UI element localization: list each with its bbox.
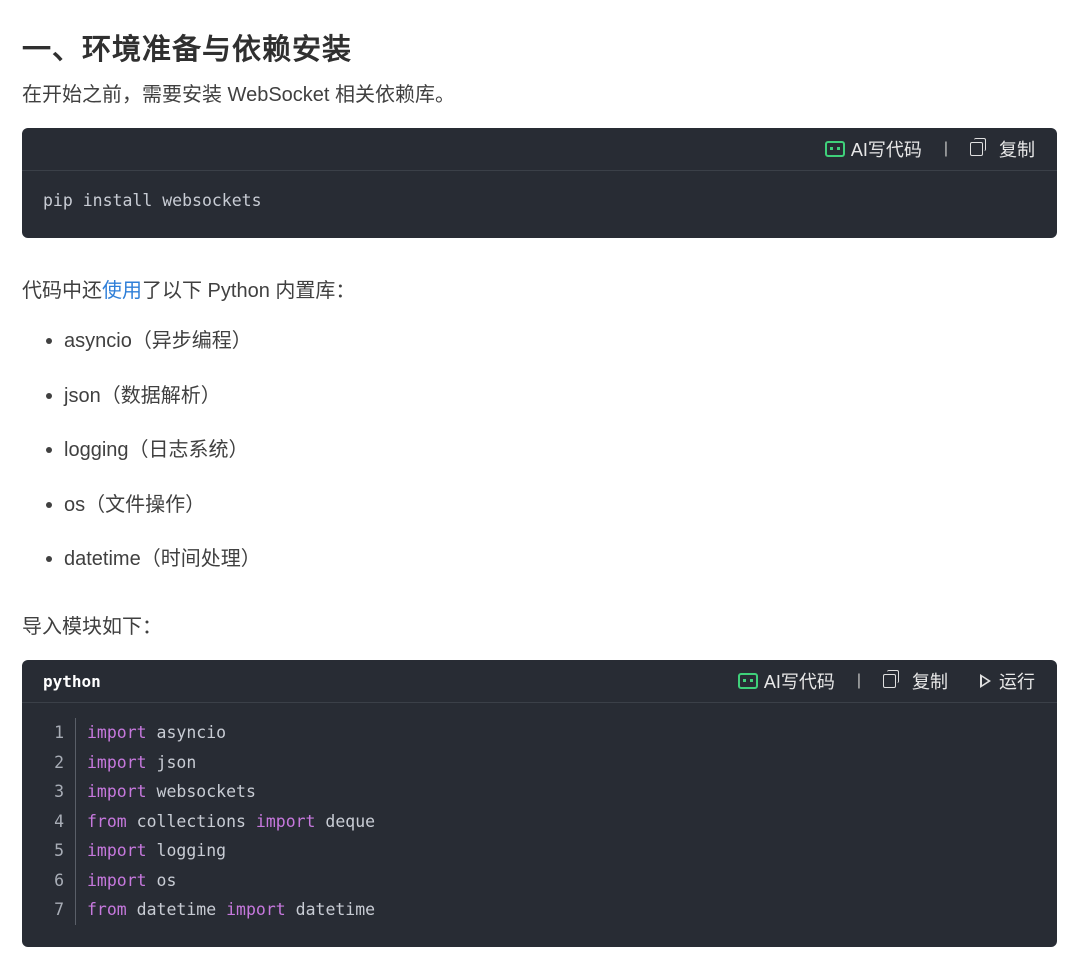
list-item: logging（日志系统） <box>0 433 261 488</box>
builtin-intro-after: 了以下 Python 内置库： <box>142 280 356 302</box>
list-item: datetime（时间处理） <box>0 542 261 597</box>
code-header: python AI写代码 | 复制 运行 <box>22 660 1057 703</box>
line-number: 6 <box>22 865 76 895</box>
keyword: import <box>87 752 147 772</box>
copy-label: 复制 <box>999 140 1035 160</box>
list-item: asyncio（异步编程） <box>0 324 261 379</box>
builtin-intro-before: 代码中还 <box>22 280 102 302</box>
copy-icon <box>970 138 986 156</box>
code-token: websockets <box>146 782 256 802</box>
code-line: 2 import json <box>22 747 1057 777</box>
keyword: import <box>87 723 147 743</box>
copy-label: 复制 <box>912 672 948 692</box>
list-item: json（数据解析） <box>0 379 261 434</box>
line-number: 1 <box>22 718 76 748</box>
builtin-libs-intro: 代码中还使用了以下 Python 内置库： <box>22 274 355 303</box>
code-content: pip install websockets <box>22 171 1057 210</box>
intro-text: 在开始之前，需要安装 WebSocket 相关依赖库。 <box>22 84 456 106</box>
code-line: 4 from collections import deque <box>22 806 1057 836</box>
import-intro: 导入模块如下： <box>22 616 162 638</box>
robot-icon <box>824 141 845 157</box>
code-actions: AI写代码 | 复制 <box>824 136 1035 162</box>
code-token: datetime <box>285 900 376 920</box>
ai-write-code-button[interactable]: AI写代码 <box>737 668 835 694</box>
article: 一、环境准备与依赖安装 在开始之前，需要安装 WebSocket 相关依赖库。 … <box>0 0 1080 968</box>
ai-write-code-label: AI写代码 <box>763 672 835 692</box>
line-number: 2 <box>22 747 76 777</box>
action-separator: | <box>856 672 861 689</box>
use-link[interactable]: 使用 <box>102 280 142 302</box>
code-token: json <box>146 752 197 772</box>
line-number: 3 <box>22 777 76 807</box>
robot-icon <box>737 673 758 689</box>
keyword: import <box>87 841 147 861</box>
code-token: collections <box>126 811 256 831</box>
code-line: 5 import logging <box>22 836 1057 866</box>
library-list: asyncio（异步编程） json（数据解析） logging（日志系统） o… <box>0 324 261 597</box>
action-separator: | <box>943 140 948 157</box>
line-number: 5 <box>22 836 76 866</box>
code-token: deque <box>315 811 376 831</box>
copy-icon <box>883 670 899 688</box>
copy-button[interactable]: 复制 <box>970 136 1035 162</box>
section-heading: 一、环境准备与依赖安装 <box>22 34 353 66</box>
play-icon <box>980 674 991 688</box>
list-item: os（文件操作） <box>0 488 261 543</box>
keyword: from <box>87 900 127 920</box>
code-block-python: python AI写代码 | 复制 运行 1 import asyncio 2 … <box>22 660 1057 947</box>
code-line: 7 from datetime import datetime <box>22 895 1057 925</box>
language-label: python <box>43 671 101 691</box>
keyword: import <box>226 900 286 920</box>
code-token: logging <box>146 841 227 861</box>
code-line: pip install websockets <box>43 191 262 210</box>
keyword: import <box>87 870 147 890</box>
keyword: from <box>87 811 127 831</box>
code-line: 6 import os <box>22 865 1057 895</box>
run-button[interactable]: 运行 <box>948 668 1035 694</box>
copy-button[interactable]: 复制 <box>883 668 948 694</box>
code-token: asyncio <box>146 723 227 743</box>
line-number: 4 <box>22 806 76 836</box>
code-token: os <box>146 870 177 890</box>
code-line: 1 import asyncio <box>22 718 1057 748</box>
line-number: 7 <box>22 895 76 925</box>
run-label: 运行 <box>999 672 1035 692</box>
ai-write-code-button[interactable]: AI写代码 <box>824 136 922 162</box>
code-content: 1 import asyncio 2 import json 3 import … <box>22 703 1057 925</box>
code-token: datetime <box>126 900 227 920</box>
keyword: import <box>255 811 316 831</box>
code-actions: AI写代码 | 复制 运行 <box>737 668 1035 694</box>
code-header: AI写代码 | 复制 <box>22 128 1057 171</box>
keyword: import <box>87 782 147 802</box>
code-line: 3 import websockets <box>22 777 1057 807</box>
ai-write-code-label: AI写代码 <box>850 140 922 160</box>
code-block-install: AI写代码 | 复制 pip install websockets <box>22 128 1057 238</box>
